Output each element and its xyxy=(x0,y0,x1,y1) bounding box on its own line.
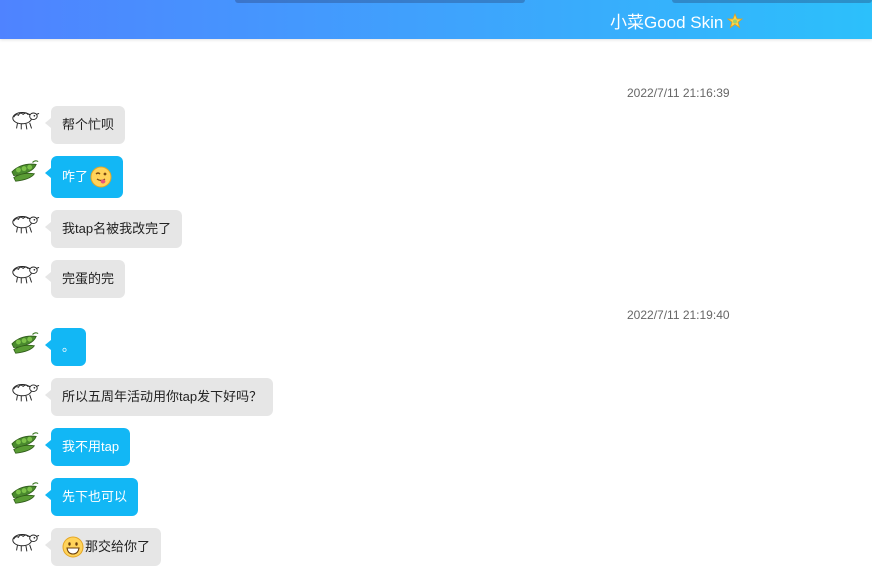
sheep-avatar[interactable] xyxy=(10,380,40,404)
sheep-avatar[interactable] xyxy=(10,108,40,132)
grin-face-emoji xyxy=(62,536,84,558)
message-row: 完蛋的完 xyxy=(0,260,872,300)
message-text: 咋了 xyxy=(62,169,89,184)
tongue-face-emoji xyxy=(90,166,112,188)
message-bubble[interactable]: 先下也可以 xyxy=(44,478,139,516)
window-header: 小菜Good Skin xyxy=(0,0,872,39)
message-text: 那交给你了 xyxy=(85,539,151,554)
message-row: 帮个忙呗 xyxy=(0,106,872,146)
message-text: 我不用tap xyxy=(62,439,120,454)
chat-title[interactable]: 小菜Good Skin xyxy=(610,8,744,33)
message-text: 帮个忙呗 xyxy=(62,117,115,132)
message-bubble[interactable]: 完蛋的完 xyxy=(44,260,126,298)
message-text: 先下也可以 xyxy=(62,489,128,504)
message-row: 所以五周年活动用你tap发下好吗？ xyxy=(0,378,872,418)
header-decor xyxy=(235,0,525,3)
sheep-avatar[interactable] xyxy=(10,262,40,286)
message-text: 。 xyxy=(62,339,76,354)
header-decor xyxy=(672,0,872,3)
message-text: 完蛋的完 xyxy=(62,271,115,286)
message-row: 那交给你了 xyxy=(0,528,872,568)
message-row: 先下也可以 xyxy=(0,478,872,518)
message-row: 。 xyxy=(0,328,872,368)
timestamp: 2022/7/11 21:19:40 xyxy=(627,308,730,322)
message-bubble[interactable]: 。 xyxy=(44,328,87,366)
star-icon xyxy=(727,12,744,28)
message-bubble[interactable]: 咋了 xyxy=(44,156,124,198)
chat-title-text: 小菜Good Skin xyxy=(610,13,724,32)
message-bubble[interactable]: 我tap名被我改完了 xyxy=(44,210,183,248)
message-row: 我tap名被我改完了 xyxy=(0,210,872,250)
message-row: 咋了 xyxy=(0,156,872,198)
message-bubble[interactable]: 所以五周年活动用你tap发下好吗？ xyxy=(44,378,274,416)
sheep-avatar[interactable] xyxy=(10,530,40,554)
message-row: 我不用tap xyxy=(0,428,872,468)
message-bubble[interactable]: 帮个忙呗 xyxy=(44,106,126,144)
peas-avatar[interactable] xyxy=(10,430,40,454)
message-bubble[interactable]: 我不用tap xyxy=(44,428,131,466)
message-text: 我tap名被我改完了 xyxy=(62,221,172,236)
peas-avatar[interactable] xyxy=(10,158,40,182)
message-text: 所以五周年活动用你tap发下好吗？ xyxy=(62,389,263,404)
message-bubble[interactable]: 那交给你了 xyxy=(44,528,162,566)
peas-avatar[interactable] xyxy=(10,480,40,504)
timestamp: 2022/7/11 21:16:39 xyxy=(627,86,730,100)
sheep-avatar[interactable] xyxy=(10,212,40,236)
peas-avatar[interactable] xyxy=(10,330,40,354)
